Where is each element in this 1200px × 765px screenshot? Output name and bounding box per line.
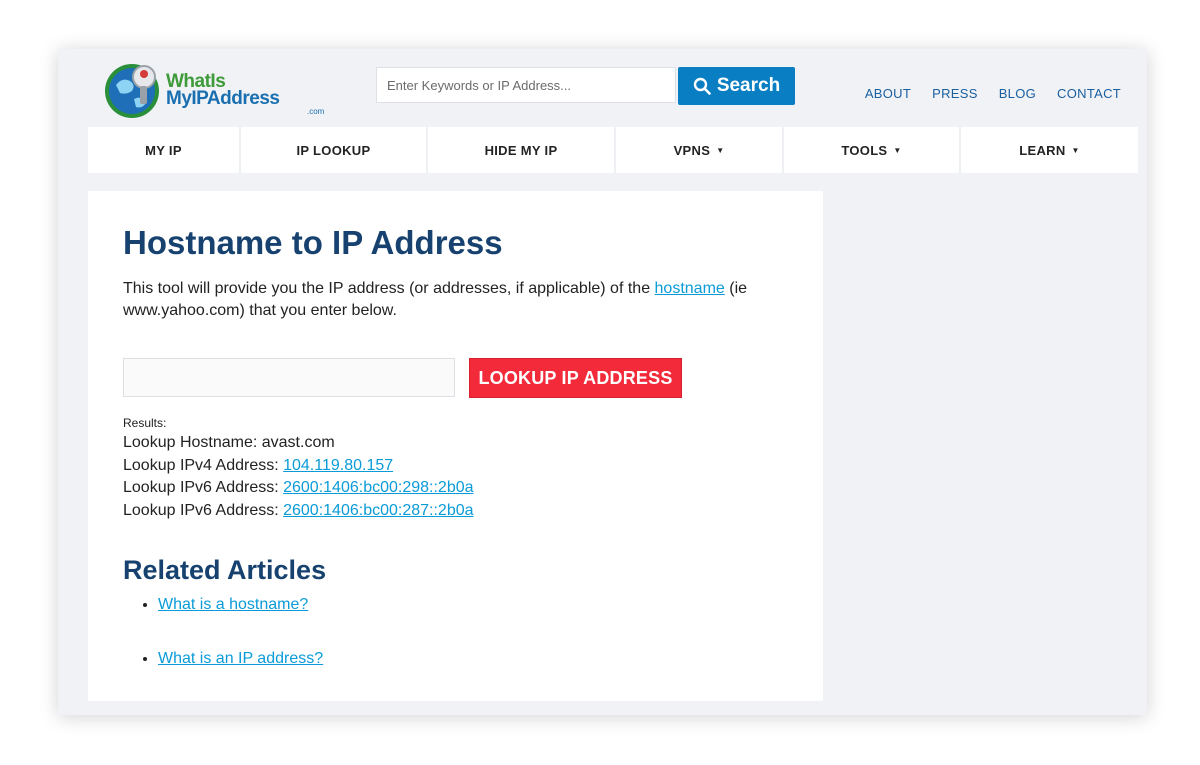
related-article-link[interactable]: What is an IP address? [158,650,323,667]
nav-item-tools[interactable]: TOOLS ▼ [784,127,961,173]
nav-item-label: HIDE MY IP [484,142,558,158]
related-articles-list: What is a hostname? What is an IP addres… [123,596,323,704]
blog-link[interactable]: BLOG [999,86,1036,101]
nav-item-label: LEARN [1019,142,1066,158]
list-item: What is an IP address? [158,650,323,668]
browser-page: WhatIs MyIPAddress .com Search ABOUT PRE… [58,49,1147,715]
nav-item-my-ip[interactable]: MY IP [88,127,241,173]
result-ipv6-row: Lookup IPv6 Address: 2600:1406:bc00:298:… [123,477,474,500]
result-ipv6-row: Lookup IPv6 Address: 2600:1406:bc00:287:… [123,500,474,523]
hostname-input[interactable] [123,358,455,397]
ipv6-address-link[interactable]: 2600:1406:bc00:298::2b0a [283,479,473,496]
nav-item-label: IP LOOKUP [296,142,371,158]
main-nav: MY IP IP LOOKUP HIDE MY IP VPNS ▼ TOOLS … [88,127,1138,173]
ipv6-address-link[interactable]: 2600:1406:bc00:287::2b0a [283,502,473,519]
page-title: Hostname to IP Address [123,224,503,261]
hostname-link[interactable]: hostname [655,280,725,297]
nav-item-ip-lookup[interactable]: IP LOOKUP [241,127,428,173]
caret-down-icon: ▼ [716,145,725,155]
ipv4-address-link[interactable]: 104.119.80.157 [283,457,393,474]
about-link[interactable]: ABOUT [865,86,911,101]
result-hostname-row: Lookup Hostname: avast.com [123,432,474,455]
search-button-label: Search [716,75,781,96]
press-link[interactable]: PRESS [932,86,978,101]
nav-item-label: TOOLS [841,142,888,158]
nav-item-label: MY IP [145,142,182,158]
search-button[interactable]: Search [678,67,795,105]
nav-item-label: VPNS [673,142,711,158]
result-label: Lookup Hostname: [123,434,262,451]
site-logo[interactable]: WhatIs MyIPAddress .com [102,59,324,123]
result-label: Lookup IPv6 Address: [123,479,284,496]
results-label: Results: [123,416,167,430]
nav-item-learn[interactable]: LEARN ▼ [961,127,1138,173]
related-articles-heading: Related Articles [123,555,327,585]
logo-text-line3: .com [307,107,325,116]
result-label: Lookup IPv4 Address: [123,456,284,474]
related-article-link[interactable]: What is a hostname? [158,596,308,613]
intro-text-before: This tool will provide you the IP addres… [123,280,655,297]
top-links: ABOUT PRESS BLOG CONTACT [865,86,1121,101]
globe-magnifier-icon [105,64,159,118]
caret-down-icon: ▼ [1071,145,1080,155]
lookup-ip-address-button[interactable]: LOOKUP IP ADDRESS [469,358,682,398]
nav-item-hide-my-ip[interactable]: HIDE MY IP [428,127,616,173]
contact-link[interactable]: CONTACT [1057,86,1121,101]
nav-item-vpns[interactable]: VPNS ▼ [616,127,784,173]
intro-text: This tool will provide you the IP addres… [123,278,783,322]
result-hostname-value: avast.com [261,434,335,451]
result-ipv4-row: Lookup IPv4 Address: 104.119.80.157 [123,455,474,478]
content-card: Hostname to IP Address This tool will pr… [88,191,823,701]
search-icon [693,77,711,95]
list-item: What is a hostname? [158,596,323,614]
results-list: Lookup Hostname: avast.com Lookup IPv4 A… [123,432,474,522]
logo-text-line2: MyIPAddress [166,88,280,109]
caret-down-icon: ▼ [893,145,902,155]
search-input[interactable] [376,67,676,103]
result-label: Lookup IPv6 Address: [123,501,284,519]
